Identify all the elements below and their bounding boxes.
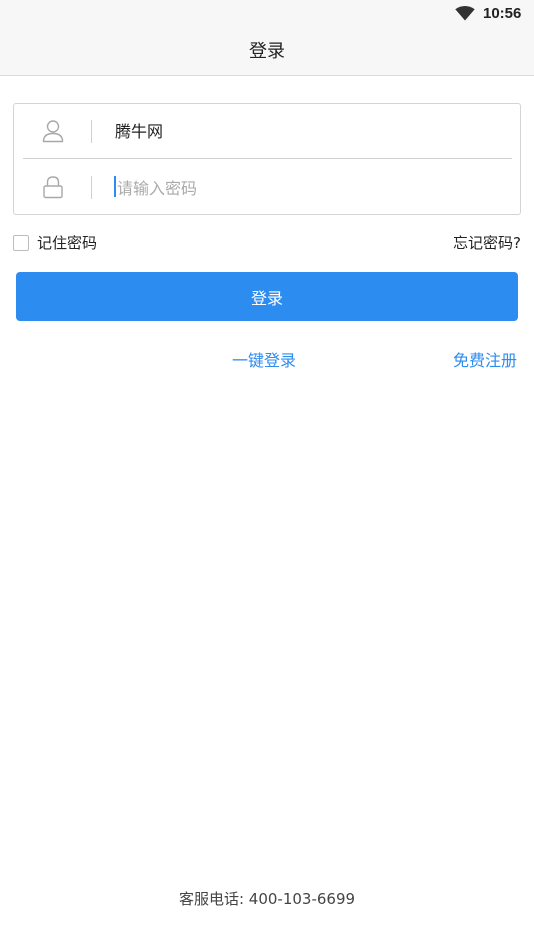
wifi-icon	[455, 6, 475, 21]
username-row[interactable]: 腾牛网	[14, 104, 520, 159]
free-register-link[interactable]: 免费注册	[453, 350, 517, 372]
login-page: 10:56 登录 腾牛网 记住密码 忘记密码? 登录 一键登录 免费注册 客服电…	[0, 0, 534, 949]
password-input[interactable]	[114, 174, 497, 202]
page-title: 登录	[249, 41, 285, 62]
remember-label[interactable]: 记住密码	[37, 233, 97, 253]
password-icon-divider	[91, 176, 92, 199]
remember-row: 记住密码 忘记密码?	[13, 233, 521, 255]
username-icon-divider	[91, 120, 92, 143]
status-bar: 10:56	[0, 0, 534, 28]
forgot-password-link[interactable]: 忘记密码?	[453, 233, 521, 253]
username-field[interactable]: 腾牛网	[115, 104, 163, 159]
login-form: 腾牛网	[13, 103, 521, 215]
service-phone: 客服电话: 400-103-6699	[178, 890, 356, 908]
password-row[interactable]	[14, 160, 520, 215]
title-bar: 登录	[0, 28, 534, 76]
lock-icon	[43, 176, 63, 199]
remember-checkbox[interactable]	[13, 235, 29, 251]
one-click-login-link[interactable]: 一键登录	[232, 350, 296, 372]
user-icon	[42, 120, 64, 143]
status-time: 10:56	[483, 5, 522, 22]
text-cursor	[114, 176, 116, 197]
login-button[interactable]: 登录	[16, 272, 518, 321]
field-divider	[23, 158, 512, 159]
